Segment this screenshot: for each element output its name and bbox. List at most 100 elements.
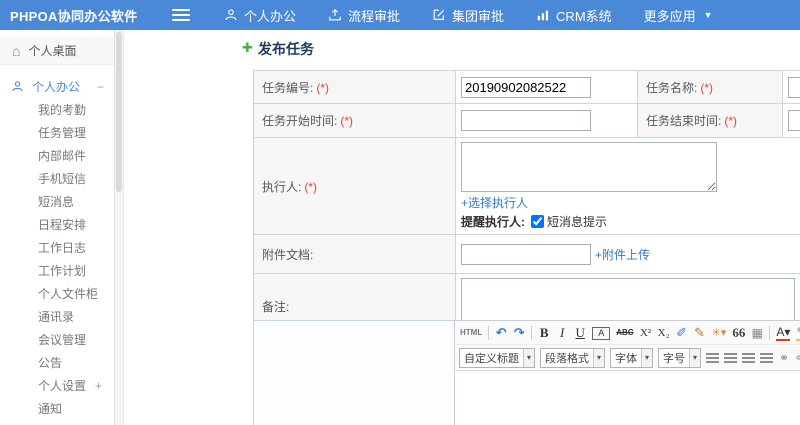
add-icon: ✚ [242,40,253,55]
font-family-select[interactable]: 字体 ▾ [610,347,654,368]
required-marker: (*) [700,80,714,95]
nav-group-approval[interactable]: 集团审批 [432,6,504,25]
eraser-button[interactable]: ✐ [676,325,688,341]
sidebar-item-label: 个人设置 [38,379,87,393]
sidebar-item[interactable]: 工作计划 [0,260,114,283]
nav-personal-office[interactable]: 个人办公 [224,6,296,25]
edit-approval-icon [433,9,445,20]
remind-executor-row: 提醒执行人: 短消息提示 [461,213,800,230]
remind-executor-label: 提醒执行人: [461,215,525,229]
caret-down-icon: ▼ [703,10,713,20]
hamburger-menu-icon[interactable] [172,9,190,21]
task-name-input[interactable] [788,76,800,98]
redo-button[interactable]: ↷ [513,325,525,341]
caret-down-icon[interactable]: ▾ [593,348,605,367]
attachment-label: 附件文档: [262,247,314,262]
upload-workflow-icon [329,8,341,21]
align-center-button[interactable] [724,352,738,363]
rich-text-editor: HTML↶↷BIUAABCX²X₂✐✎✳▾66▦A▾✎▾≣▾≔▾▢ 自定义标题▾… [454,320,800,425]
sidebar-item[interactable]: 手机短信 [0,168,114,191]
underline-button[interactable]: U [574,325,586,341]
separator[interactable] [769,326,771,340]
end-time-input[interactable] [788,110,800,131]
collapse-indicator[interactable]: − [97,80,104,94]
content-editor-row: HTML↶↷BIUAABCX²X₂✐✎✳▾66▦A▾✎▾≣▾≔▾▢ 自定义标题▾… [253,320,800,425]
superscript-button[interactable]: X² [640,325,652,341]
sidebar-item[interactable]: 通讯录 [0,306,114,329]
nav-label: 个人办公 [244,8,297,24]
italic-button[interactable]: I [556,325,568,341]
sidebar-item[interactable]: 内部邮件 [0,145,114,168]
sidebar-scrollbar[interactable] [115,30,124,425]
strikethrough-button[interactable]: ABC [616,325,633,341]
expand-indicator[interactable]: + [95,375,102,398]
blockquote-button[interactable]: 66 [732,325,745,341]
font-color-button[interactable]: A▾ [776,325,791,341]
link-button[interactable]: ⚭ [778,352,790,364]
subscript-button[interactable]: X₂ [658,325,670,341]
nav-crm-system[interactable]: CRM系统 [536,6,612,25]
home-icon: ⌂ [12,42,21,59]
background-color-button[interactable]: ✎▾ [796,325,800,341]
start-time-input[interactable] [461,110,591,131]
caret-down-icon[interactable]: ▾ [523,348,535,367]
sidebar-section-label: 个人办公 [32,80,81,94]
sidebar-item-notice[interactable]: 通知 [0,398,114,421]
task-name-label: 任务名称: [646,80,698,95]
paragraph-format-select[interactable]: 段落格式 ▾ [540,347,606,368]
nav-label: 集团审批 [452,8,505,24]
sidebar-item-desktop[interactable]: ⌂ 个人桌面 [0,37,114,65]
task-number-input[interactable] [461,76,591,98]
align-left-button[interactable] [706,352,720,363]
executor-textarea[interactable] [461,142,717,192]
sidebar-item[interactable]: 日程安排 [0,214,114,237]
required-marker: (*) [340,114,354,128]
attachment-upload-link[interactable]: +附件上传 [595,246,650,263]
sidebar-item[interactable]: 会议管理 [0,329,114,352]
task-form-table: 任务编号:(*) 任务名称:(*) 任务开始时间:(*) 任务结束时间:(*) … [253,70,800,339]
format-painter-button[interactable]: ✎ [694,325,706,341]
font-border-button[interactable]: A [592,326,611,340]
nav-workflow-approval[interactable]: 流程审批 [328,6,400,25]
required-marker: (*) [724,114,738,128]
sidebar-item[interactable]: 短消息 [0,191,114,214]
executor-label: 执行人: [262,179,302,194]
app-window: PHPOA协同办公软件 个人办公 流程审批 集团审批 CRM系统 更多应用 ▼ [0,0,800,425]
sidebar-item[interactable]: 工作日志 [0,237,114,260]
auto-typeset-button[interactable]: ✳▾ [712,325,727,341]
nav-more-apps[interactable]: 更多应用 ▼ [644,6,713,25]
select-executor-link[interactable]: +选择执行人 [461,196,528,210]
caret-down-icon[interactable]: ▾ [641,348,653,367]
align-justify-button[interactable] [760,352,774,363]
bold-button[interactable]: B [538,325,550,341]
page-title: 发布任务 [258,41,314,57]
sidebar-section-personal-office[interactable]: 个人办公 − [0,74,114,99]
sidebar-item[interactable]: 个人文件柜 [0,283,114,306]
sidebar-item[interactable]: 任务管理 [0,122,114,145]
sms-remind-checkbox[interactable] [531,215,544,228]
sidebar-item-settings[interactable]: 个人设置 + [0,375,114,398]
editor-body[interactable] [455,370,800,425]
align-right-button[interactable] [742,352,756,363]
nav-label: 更多应用 [643,8,696,24]
separator[interactable] [488,326,490,340]
sidebar: ⌂ 个人桌面 个人办公 − 我的考勤 任务管理 内部邮件 手机短信 短消息 日程安排 工作日… [0,30,115,425]
start-time-label: 任务开始时间: [262,114,338,128]
unlink-button[interactable]: ⚮ [795,352,800,364]
content-label-cell [253,320,454,425]
sidebar-item[interactable]: 我的考勤 [0,99,114,122]
font-size-select[interactable]: 字号 ▾ [658,347,702,368]
custom-title-select[interactable]: 自定义标题 ▾ [459,347,536,368]
attachment-input[interactable] [461,243,591,265]
caret-down-icon[interactable]: ▾ [689,348,701,367]
undo-button[interactable]: ↶ [495,325,507,341]
editor-combo-group: 自定义标题 ▾ 段落格式 ▾ 字体 ▾ 字号 ▾ [459,347,702,368]
required-marker: (*) [316,80,330,95]
scrollbar-thumb[interactable] [116,32,122,192]
html-source-button[interactable]: HTML [460,325,482,341]
remark-label: 备注: [262,299,290,314]
sidebar-menu: 我的考勤 任务管理 内部邮件 手机短信 短消息 日程安排 工作日志 工作计划 个人文件柜 通讯录会… [0,99,114,375]
sidebar-item[interactable]: 公告 [0,352,114,375]
paste-filter-button[interactable]: ▦ [751,325,763,341]
separator[interactable] [531,326,533,340]
